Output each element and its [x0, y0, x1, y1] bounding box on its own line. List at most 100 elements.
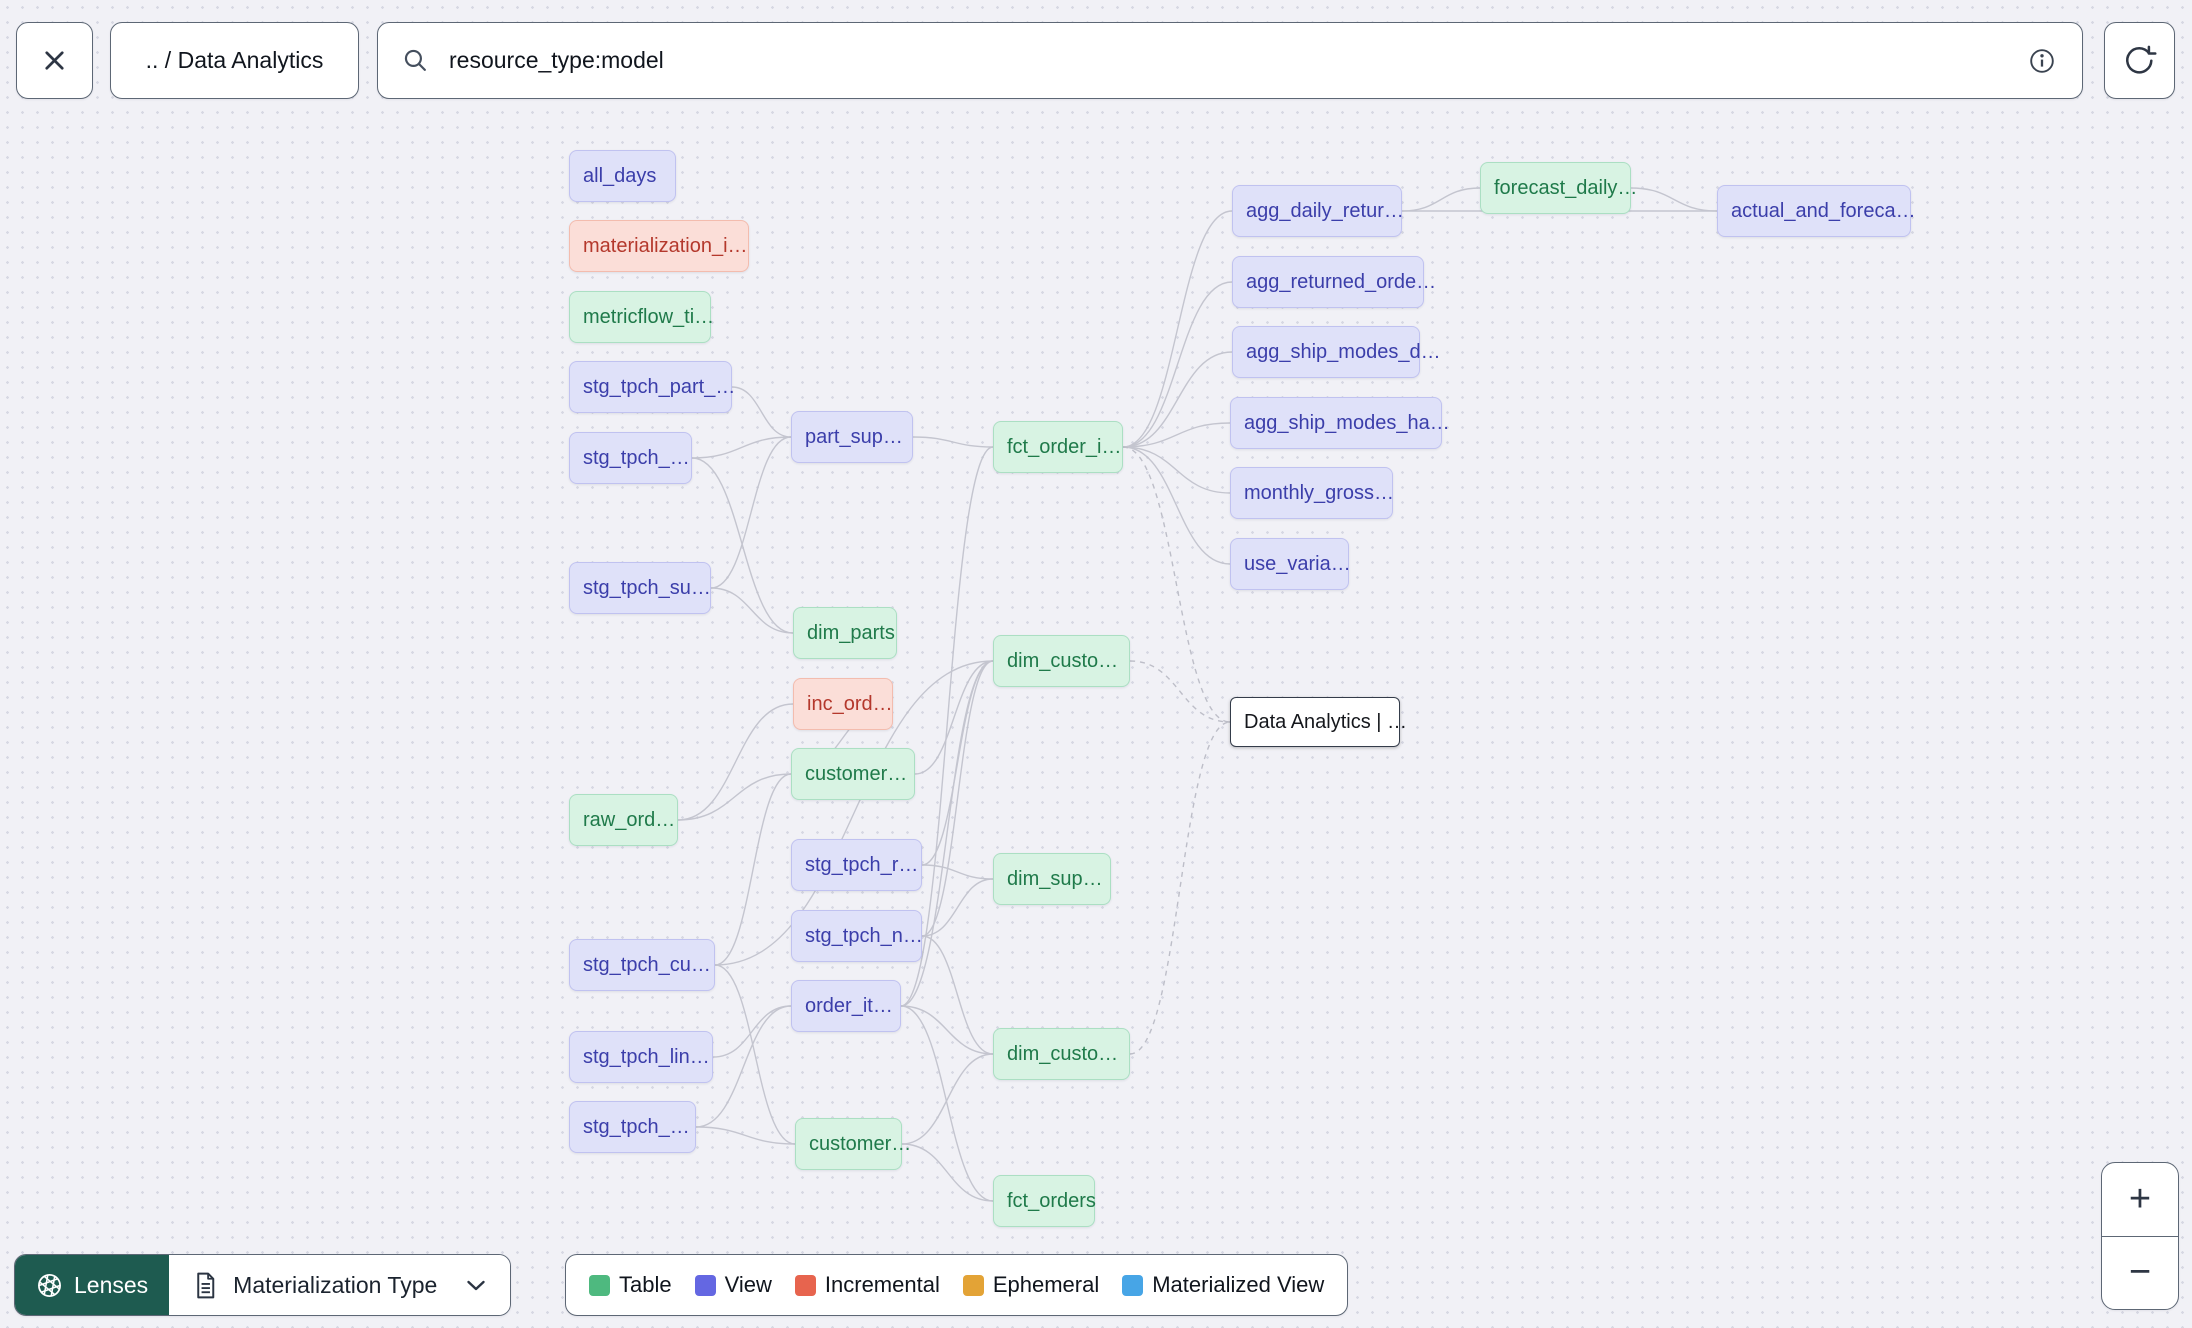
lineage-canvas[interactable]: all_days materialization_i… metricflow_ti…… — [0, 0, 2192, 1328]
legend-item: Incremental — [794, 1272, 940, 1298]
node-order_it[interactable]: order_it… — [791, 980, 901, 1032]
edge — [900, 1005, 994, 1202]
edge — [714, 964, 796, 1145]
node-inc_ord[interactable]: inc_ord… — [793, 678, 893, 730]
close-button[interactable] — [16, 22, 93, 99]
legend-item: View — [694, 1272, 772, 1298]
edge — [731, 386, 792, 438]
node-materialization_i[interactable]: materialization_i… — [569, 220, 749, 272]
lens-selector-label: Materialization Type — [233, 1271, 438, 1298]
node-dim_custo_a[interactable]: dim_custo… — [993, 635, 1130, 687]
node-metricflow_ti[interactable]: metricflow_ti… — [569, 291, 714, 343]
legend-label: Incremental — [824, 1272, 940, 1297]
node-forecast_daily[interactable]: forecast_daily… — [1480, 162, 1637, 214]
edge-dashed — [1122, 446, 1231, 723]
legend-item: Materialized View — [1122, 1272, 1324, 1298]
node-customer_a[interactable]: customer… — [791, 748, 915, 800]
node-dim_parts[interactable]: dim_parts — [793, 607, 897, 659]
edge — [710, 587, 794, 634]
edge — [900, 1005, 994, 1055]
node-dim_custo_b[interactable]: dim_custo… — [993, 1028, 1130, 1080]
edge — [1122, 422, 1231, 448]
edge — [921, 878, 994, 937]
info-icon[interactable] — [2026, 45, 2058, 77]
node-agg_ship_ha[interactable]: agg_ship_modes_ha… — [1230, 397, 1450, 449]
legend-swatch — [694, 1274, 716, 1296]
edge — [912, 436, 994, 448]
legend-label: Table — [619, 1272, 672, 1297]
refresh-button[interactable] — [2104, 22, 2175, 99]
node-fct_orders[interactable]: fct_orders — [993, 1175, 1096, 1227]
legend-label: Ephemeral — [992, 1272, 1100, 1297]
node-fct_order_i[interactable]: fct_order_i… — [993, 421, 1123, 473]
legend-item: Table — [589, 1272, 672, 1298]
node-actual_forecast[interactable]: actual_and_foreca… — [1717, 185, 1916, 237]
node-stg_tpch_cu[interactable]: stg_tpch_cu… — [569, 939, 715, 991]
edge — [691, 436, 792, 459]
legend-swatch — [589, 1274, 610, 1296]
node-dim_sup[interactable]: dim_sup… — [993, 853, 1111, 905]
legend-label: View — [724, 1272, 772, 1297]
edge — [714, 773, 792, 966]
node-stg_tpch_part[interactable]: stg_tpch_part_… — [569, 361, 735, 413]
node-customer_b[interactable]: customer… — [795, 1118, 911, 1170]
node-all_days[interactable]: all_days — [569, 150, 676, 202]
node-data_analytics[interactable]: Data Analytics | … — [1230, 697, 1407, 747]
lenses-label: Lenses — [74, 1271, 149, 1298]
node-monthly_gross[interactable]: monthly_gross… — [1230, 467, 1394, 519]
node-stg_tpch_b[interactable]: stg_tpch_… — [569, 1101, 696, 1153]
edge — [677, 703, 794, 821]
node-raw_ord[interactable]: raw_ord… — [569, 794, 678, 846]
legend: Table View Incremental Ephemeral Materialize… — [565, 1254, 1349, 1316]
search-bar[interactable] — [377, 22, 2083, 99]
close-icon — [39, 45, 70, 76]
edge-dashed — [1129, 660, 1231, 723]
node-part_sup[interactable]: part_sup… — [791, 411, 913, 463]
edge — [712, 1005, 792, 1058]
node-use_varia[interactable]: use_varia… — [1230, 538, 1351, 590]
edge — [1122, 281, 1233, 448]
legend-label: Materialized View — [1152, 1272, 1325, 1297]
edge-dashed — [1129, 721, 1231, 1055]
edge — [901, 1053, 994, 1145]
breadcrumb-button[interactable]: .. / Data Analytics — [110, 22, 359, 99]
edge — [1122, 446, 1231, 494]
edge — [901, 1143, 994, 1202]
zoom-in-button[interactable]: + — [2102, 1163, 2178, 1236]
lenses-button[interactable]: Lenses — [15, 1255, 170, 1315]
edge — [695, 1126, 796, 1145]
edge — [921, 660, 994, 937]
refresh-icon — [2122, 43, 2157, 78]
node-agg_daily[interactable]: agg_daily_retur… — [1232, 185, 1404, 237]
edge — [1122, 210, 1233, 448]
node-stg_tpch_n[interactable]: stg_tpch_n… — [791, 910, 923, 962]
edge — [921, 660, 994, 866]
legend-swatch — [962, 1274, 984, 1296]
edge — [914, 660, 994, 775]
edge — [1630, 187, 1718, 212]
edge — [921, 935, 994, 1055]
legend-swatch — [1122, 1274, 1144, 1296]
legend-item: Ephemeral — [962, 1272, 1100, 1298]
node-stg_tpch_r[interactable]: stg_tpch_r… — [791, 839, 922, 891]
edge — [1122, 446, 1231, 565]
edge — [710, 436, 792, 589]
edge — [677, 773, 792, 821]
edge — [921, 864, 994, 880]
lens-selector[interactable]: Materialization Type — [169, 1255, 511, 1315]
breadcrumb-label: .. / Data Analytics — [145, 47, 324, 73]
node-agg_returned[interactable]: agg_returned_orde… — [1232, 256, 1436, 308]
node-stg_tpch_a[interactable]: stg_tpch_… — [569, 432, 692, 484]
zoom-out-button[interactable]: − — [2102, 1237, 2178, 1310]
document-icon — [193, 1271, 218, 1300]
lens-control: Lenses Materialization Type — [14, 1254, 512, 1316]
node-agg_ship_d[interactable]: agg_ship_modes_d… — [1232, 326, 1441, 378]
legend-swatch — [794, 1274, 816, 1296]
edge — [1401, 187, 1481, 212]
search-input[interactable] — [447, 46, 2008, 75]
search-icon — [402, 47, 429, 74]
node-stg_tpch_su[interactable]: stg_tpch_su… — [569, 562, 711, 614]
node-stg_tpch_lin[interactable]: stg_tpch_lin… — [569, 1031, 713, 1083]
chevron-down-icon — [466, 1279, 486, 1292]
aperture-icon — [36, 1272, 63, 1299]
